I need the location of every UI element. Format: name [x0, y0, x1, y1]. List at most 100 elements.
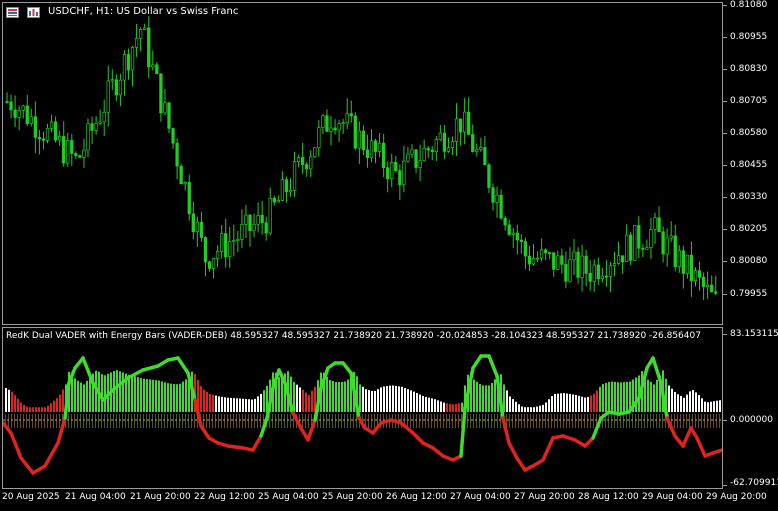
energy-trail — [206, 414, 207, 428]
energy-bar — [515, 401, 517, 412]
price-chart-pane[interactable] — [2, 2, 723, 325]
energy-bar — [326, 376, 328, 412]
candle-body — [228, 241, 232, 258]
energy-bar — [713, 401, 715, 412]
candle-body — [163, 102, 167, 114]
energy-bar — [77, 380, 79, 412]
candle-body — [612, 263, 617, 267]
candle-body — [33, 116, 37, 138]
energy-trail — [374, 414, 375, 428]
energy-trail — [155, 414, 156, 428]
indicator-canvas[interactable] — [3, 328, 723, 489]
energy-bar — [80, 382, 82, 412]
candle-body — [475, 149, 479, 152]
energy-bar — [566, 393, 568, 412]
chart-menu-icon[interactable] — [6, 7, 19, 18]
energy-trail — [704, 414, 705, 428]
energy-bar — [263, 390, 265, 412]
candle-body — [45, 128, 50, 141]
energy-trail — [122, 414, 123, 428]
energy-bar — [203, 389, 205, 412]
candle-body — [151, 64, 155, 68]
energy-trail — [215, 414, 216, 428]
energy-trail — [578, 414, 579, 428]
candle-body — [442, 132, 447, 152]
energy-bar — [371, 391, 373, 412]
energy-trail — [32, 414, 33, 428]
candle-body — [495, 194, 499, 203]
candle-body — [292, 161, 297, 191]
energy-trail — [260, 414, 261, 428]
energy-trail — [92, 414, 93, 428]
energy-trail — [290, 414, 291, 428]
energy-trail — [179, 414, 180, 428]
energy-trail — [638, 414, 639, 428]
candle-body — [130, 46, 135, 71]
price-chart-canvas[interactable] — [3, 3, 723, 325]
energy-trail — [302, 414, 303, 428]
energy-bar — [236, 398, 238, 412]
energy-bar — [380, 387, 382, 412]
energy-bar — [230, 397, 232, 412]
time-label: 22 Aug 12:00 — [194, 492, 255, 502]
energy-bar — [650, 382, 652, 412]
energy-trail — [491, 414, 492, 428]
energy-trail — [422, 414, 423, 428]
candle-body — [377, 142, 382, 152]
candle-body — [641, 247, 645, 250]
energy-trail — [83, 414, 84, 428]
energy-bar — [146, 379, 148, 412]
energy-bar — [455, 404, 457, 412]
trade-icon[interactable] — [27, 7, 40, 18]
energy-trail — [701, 414, 702, 428]
candle-body — [576, 251, 580, 278]
energy-bar — [533, 407, 535, 412]
energy-bar — [689, 391, 691, 412]
energy-trail — [557, 414, 558, 428]
energy-bar — [44, 407, 46, 412]
candle-body — [673, 235, 677, 267]
energy-trail — [68, 414, 69, 428]
energy-bar — [41, 407, 43, 412]
energy-trail — [449, 414, 450, 428]
candle-body — [438, 132, 442, 140]
energy-trail — [608, 414, 609, 428]
energy-trail — [128, 414, 129, 428]
candle-body — [458, 118, 463, 133]
energy-trail — [512, 414, 513, 428]
energy-trail — [44, 414, 45, 428]
energy-bar — [407, 389, 409, 412]
energy-trail — [146, 414, 147, 428]
energy-trail — [500, 414, 501, 428]
time-label: 28 Aug 12:00 — [578, 492, 639, 502]
energy-trail — [332, 414, 333, 428]
energy-bar — [680, 396, 682, 412]
energy-bar — [707, 402, 709, 412]
energy-bar — [446, 403, 448, 412]
energy-trail — [113, 414, 114, 428]
energy-trail — [50, 414, 51, 428]
energy-bar — [584, 397, 586, 412]
energy-trail — [698, 414, 699, 428]
energy-bar — [200, 386, 202, 412]
indicator-pane[interactable] — [2, 327, 723, 489]
energy-bar — [137, 377, 139, 412]
energy-trail — [413, 414, 414, 428]
energy-bar — [554, 393, 556, 412]
energy-trail — [281, 414, 282, 428]
energy-trail — [479, 414, 480, 428]
energy-bar — [14, 395, 16, 412]
energy-trail — [713, 414, 714, 428]
energy-bar — [23, 404, 25, 412]
candle-body — [434, 139, 438, 152]
candle-body — [37, 137, 42, 140]
energy-trail — [95, 414, 96, 428]
energy-bar — [677, 394, 679, 412]
indicator-tick — [723, 420, 727, 421]
energy-trail — [320, 414, 321, 428]
vader-line-segment — [507, 441, 519, 460]
candle-body — [155, 64, 159, 75]
energy-trail — [443, 414, 444, 428]
candle-body — [62, 136, 66, 164]
energy-bar — [143, 378, 145, 412]
